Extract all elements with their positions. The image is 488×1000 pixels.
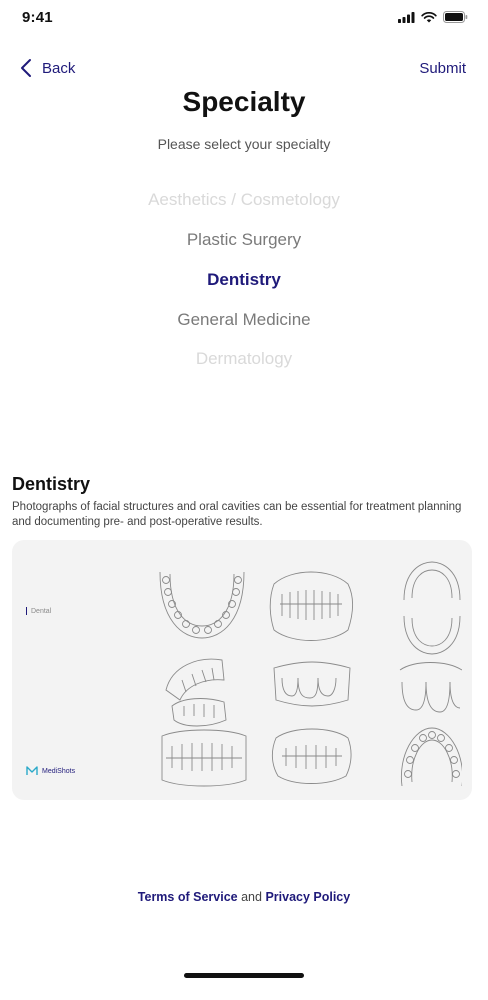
specialty-detail-description: Photographs of facial structures and ora… bbox=[12, 501, 462, 528]
battery-icon bbox=[443, 11, 468, 23]
back-label: Back bbox=[42, 59, 76, 77]
upper-occlusal-illustration bbox=[400, 727, 462, 787]
card-tag-bar bbox=[26, 607, 27, 615]
status-time: 9:41 bbox=[22, 9, 53, 26]
dental-preview-card: Dental MediShots bbox=[12, 540, 472, 800]
submit-button[interactable]: Submit bbox=[419, 60, 466, 77]
medishots-brand: MediShots bbox=[42, 767, 76, 775]
card-tag-label: Dental bbox=[31, 607, 52, 615]
picker-item-dentistry[interactable]: Dentistry bbox=[0, 270, 488, 290]
legal-links-conjunction: and bbox=[241, 890, 262, 904]
closed-bite-alt-illustration bbox=[271, 728, 352, 784]
chevron-left-icon bbox=[21, 59, 31, 77]
status-bar: 9:41 bbox=[0, 0, 488, 40]
front-teeth-closeup-illustration bbox=[399, 662, 462, 713]
lower-arch-illustration bbox=[159, 571, 245, 639]
home-indicator[interactable] bbox=[184, 973, 304, 978]
cellular-signal-icon bbox=[398, 11, 415, 23]
front-teeth-illustration bbox=[273, 661, 351, 707]
dental-illustration-grid bbox=[159, 561, 462, 787]
back-button[interactable]: Back bbox=[20, 58, 75, 78]
terms-of-service-link[interactable]: Terms of Service bbox=[138, 890, 238, 904]
picker-item-dermatology[interactable]: Dermatology bbox=[0, 349, 488, 369]
picker-item-aesthetics[interactable]: Aesthetics / Cosmetology bbox=[0, 190, 488, 210]
privacy-policy-link[interactable]: Privacy Policy bbox=[265, 890, 350, 904]
full-bite-front-illustration bbox=[161, 729, 247, 787]
occlusal-arches-illustration bbox=[403, 561, 461, 655]
medishots-logo: MediShots bbox=[26, 766, 75, 776]
status-icons bbox=[398, 11, 468, 23]
page-subtitle: Please select your specialty bbox=[157, 136, 331, 152]
page-title: Specialty bbox=[182, 86, 306, 117]
closed-bite-illustration bbox=[269, 571, 354, 641]
card-tag: Dental bbox=[26, 607, 51, 615]
wifi-icon bbox=[421, 11, 437, 22]
legal-links: Terms of Service and Privacy Policy bbox=[0, 890, 488, 904]
picker-item-general-medicine[interactable]: General Medicine bbox=[0, 310, 488, 330]
open-mouth-illustration bbox=[165, 658, 227, 727]
specialty-detail-title: Dentistry bbox=[12, 474, 91, 494]
medishots-logo-icon bbox=[26, 766, 38, 775]
picker-item-plastic-surgery[interactable]: Plastic Surgery bbox=[0, 230, 488, 250]
